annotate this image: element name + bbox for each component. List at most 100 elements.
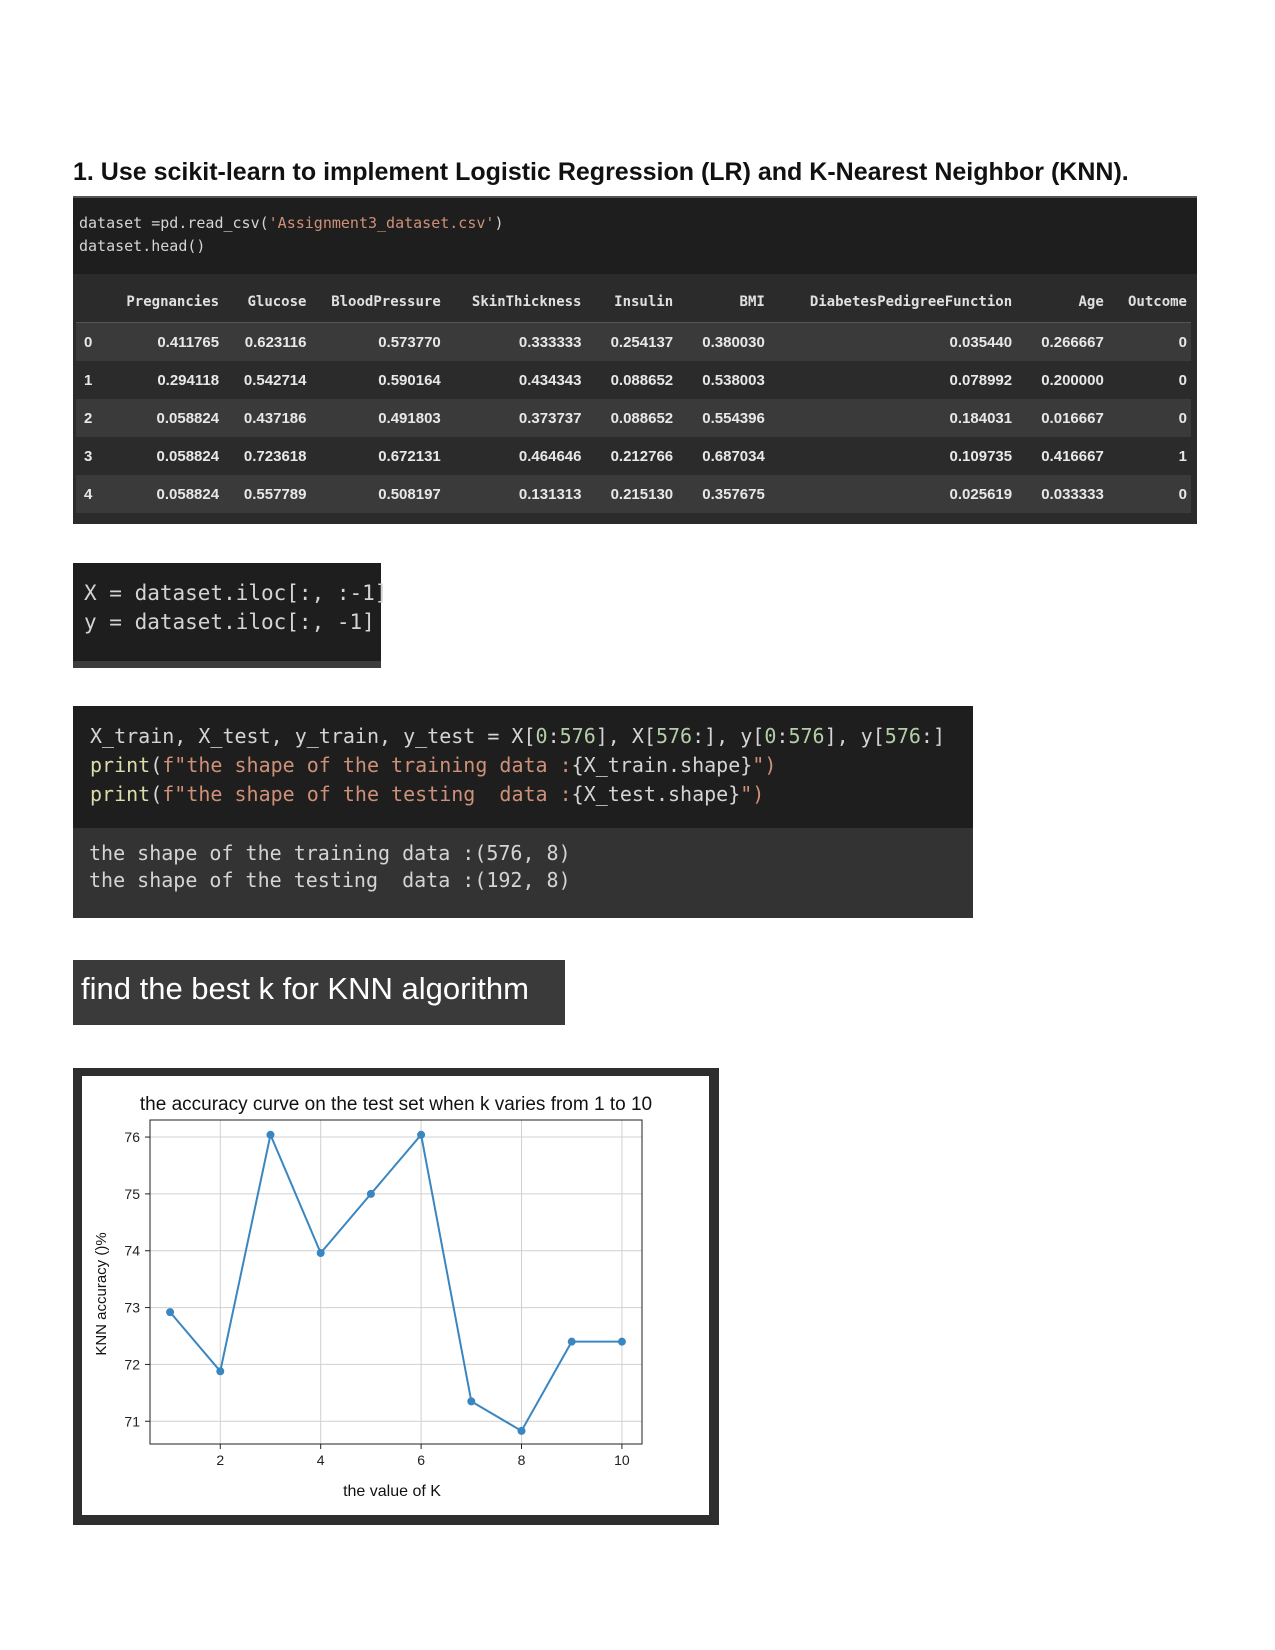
table-row: 3 0.058824 0.723618 0.672131 0.464646 0.… [76,437,1191,475]
y-tick-label: 73 [124,1300,140,1316]
code-text: ( [150,782,163,806]
row-index: 1 [76,361,104,399]
code-string: f"the shape of the training data : [162,753,572,777]
code-string: ") [752,753,777,777]
table-cell: 0.266667 [1016,322,1108,361]
x-tick-label: 8 [518,1452,526,1468]
table-row: 0 0.411765 0.623116 0.573770 0.333333 0.… [76,322,1191,361]
y-tick-label: 76 [124,1129,140,1145]
column-header: Glucose [223,282,311,323]
code-text: ], X[ [595,724,656,748]
data-point [617,1337,626,1346]
row-index: 4 [76,475,104,513]
code-keyword: print [90,782,151,806]
table-cell: 0 [1107,399,1191,437]
table-cell: 0.573770 [310,322,445,361]
y-tick-label: 72 [124,1356,140,1372]
table-cell: 0.538003 [677,361,769,399]
table-cell: 0.411765 [103,322,224,361]
column-header: Pregnancies [103,282,224,323]
code-text: X_train, X_test, y_train, y_test = X[ [90,724,536,748]
dataframe-table: Pregnancies Glucose BloodPressure SkinTh… [76,282,1191,513]
table-cell: 0.058824 [103,399,224,437]
notebook-cell-feature-split[interactable]: X = dataset.iloc[:, :-1] y = dataset.ilo… [73,563,387,668]
code-text: y = dataset.iloc[:, -1] [84,610,375,634]
code-text: {X_test.shape} [571,782,741,806]
notebook-cell-read-dataset[interactable]: dataset =pd.read_csv('Assignment3_datase… [73,196,1197,524]
table-cell: 0.078992 [768,361,1017,399]
table-cell: 0.464646 [444,437,586,475]
table-cell: 0.590164 [310,361,445,399]
table-cell: 0.035440 [768,322,1017,361]
x-tick-label: 4 [317,1452,325,1468]
table-cell: 0.437186 [223,399,311,437]
data-point [266,1130,275,1139]
table-cell: 0.508197 [310,475,445,513]
table-cell: 0.623116 [223,322,311,361]
x-tick-label: 10 [614,1452,630,1468]
y-axis-label: KNN accuracy ()% [93,1232,110,1355]
table-cell: 0.380030 [677,322,769,361]
column-header: Insulin [585,282,678,323]
data-point [467,1397,476,1406]
code-text: dataset =pd.read_csv( [79,214,269,232]
code-text: ( [150,753,163,777]
table-cell: 0.557789 [223,475,311,513]
table-cell: 0.554396 [677,399,769,437]
table-cell: 0.215130 [585,475,678,513]
code-text: :] [920,724,945,748]
code-text: ], y[ [824,724,885,748]
code-text: :], y[ [692,724,765,748]
table-cell: 0.016667 [1016,399,1108,437]
data-point [216,1367,225,1376]
table-cell: 0.373737 [444,399,586,437]
code-string: f"the shape of the testing data : [162,782,572,806]
table-row: 4 0.058824 0.557789 0.508197 0.131313 0.… [76,475,1191,513]
table-cell: 1 [1107,437,1191,475]
code-text: : [547,724,560,748]
notebook-cell-train-test-split[interactable]: X_train, X_test, y_train, y_test = X[0:5… [73,706,973,918]
markdown-cell[interactable]: find the best k for KNN algorithm [73,960,565,1025]
code-string: 'Assignment3_dataset.csv' [268,214,495,232]
code-text: dataset.head() [79,237,206,255]
column-header: Age [1016,282,1108,323]
chart-output-frame: 2 4 6 8 10 71 72 73 74 75 76 the accuracy curve on … [73,1068,719,1525]
table-cell: 0 [1107,475,1191,513]
table-cell: 0.687034 [677,437,769,475]
table-cell: 0.109735 [768,437,1017,475]
code-number: 576 [788,724,825,748]
table-cell: 0.294118 [103,361,224,399]
table-cell: 0.723618 [223,437,311,475]
table-cell: 0 [1107,322,1191,361]
table-cell: 0.088652 [585,399,678,437]
table-cell: 0.058824 [103,437,224,475]
x-tick-label: 2 [216,1452,224,1468]
column-header: Outcome [1107,282,1191,323]
knn-accuracy-chart: 2 4 6 8 10 71 72 73 74 75 76the accuracy curve on … [93,1094,652,1500]
table-cell: 0.184031 [768,399,1017,437]
chart-canvas: 2 4 6 8 10 71 72 73 74 75 76 the accuracy curve on … [82,1076,709,1515]
code-text: : [776,724,789,748]
code-number: 0 [535,724,548,748]
code-text: X = dataset.iloc[:, :-1] [84,581,388,605]
column-header: BMI [677,282,769,323]
table-cell: 0.131313 [444,475,586,513]
column-header: SkinThickness [444,282,586,323]
code-number: 576 [559,724,596,748]
x-tick-label: 6 [417,1452,425,1468]
cell-output: the shape of the training data :(576, 8)… [73,828,973,918]
cell-output-dataframe: Pregnancies Glucose BloodPressure SkinTh… [73,274,1197,524]
page-heading: 1. Use scikit-learn to implement Logisti… [73,158,1129,186]
markdown-text: find the best k for KNN algorithm [81,971,529,1006]
row-index: 0 [76,322,104,361]
output-line: the shape of the testing data :(192, 8) [89,868,571,892]
table-cell: 0.088652 [585,361,678,399]
table-row: 1 0.294118 0.542714 0.590164 0.434343 0.… [76,361,1191,399]
output-text: the shape of the training data :(576, 8)… [89,840,571,894]
code-block: dataset =pd.read_csv('Assignment3_datase… [79,212,503,258]
table-cell: 0.033333 [1016,475,1108,513]
code-block: X = dataset.iloc[:, :-1] y = dataset.ilo… [84,579,387,637]
table-cell: 0.333333 [444,322,586,361]
table-cell: 0.357675 [677,475,769,513]
data-point [417,1130,426,1139]
